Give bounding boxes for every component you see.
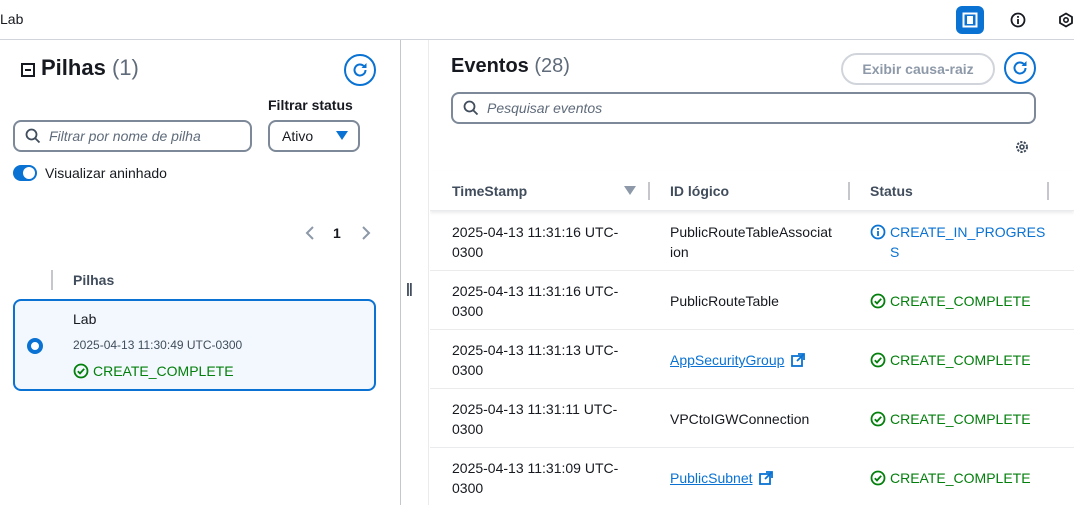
logical-id-link[interactable]: PublicSubnet (670, 470, 753, 486)
split-panel-button[interactable] (956, 6, 984, 34)
col-timestamp[interactable]: TimeStamp (452, 183, 527, 199)
prev-page-icon[interactable] (304, 226, 316, 240)
events-refresh-button[interactable] (1004, 52, 1036, 84)
success-icon (870, 293, 886, 309)
column-separator[interactable] (1047, 182, 1049, 200)
refresh-icon (353, 63, 367, 77)
stack-status: CREATE_COMPLETE (73, 363, 234, 379)
nested-view-label: Visualizar aninhado (45, 165, 167, 181)
stacks-title: Pilhas (41, 55, 106, 80)
status-filter-value: Ativo (282, 128, 314, 144)
nested-view-toggle[interactable] (13, 165, 37, 181)
success-icon (870, 411, 886, 427)
table-row[interactable]: 2025-04-13 11:31:16 UTC- 0300 PublicRoute… (430, 271, 1074, 330)
event-status: CREATE_COMPLETE (870, 409, 1070, 429)
sort-down-icon[interactable] (624, 186, 636, 196)
event-timestamp: 2025-04-13 11:31:16 UTC- 0300 (452, 283, 619, 319)
event-logical-id: PublicRouteTableAssociat ion (670, 224, 832, 260)
top-bar: Lab (0, 0, 1074, 40)
event-timestamp: 2025-04-13 11:31:16 UTC- 0300 (452, 224, 619, 260)
stacks-count: (1) (111, 55, 139, 80)
page-number[interactable]: 1 (333, 225, 341, 241)
status-filter-select[interactable]: Ativo (268, 120, 360, 152)
event-timestamp: 2025-04-13 11:31:11 UTC- 0300 (452, 401, 618, 437)
success-icon (73, 363, 89, 379)
next-page-icon[interactable] (360, 226, 372, 240)
event-timestamp: 2025-04-13 11:31:09 UTC- 0300 (452, 460, 619, 496)
success-icon (870, 352, 886, 368)
root-cause-button[interactable]: Exibir causa-raiz (841, 53, 995, 85)
info-icon (1010, 12, 1026, 28)
stacks-refresh-button[interactable] (344, 54, 376, 86)
filter-status-label: Filtrar status (268, 97, 353, 113)
info-status-icon (870, 224, 886, 240)
external-link-icon[interactable] (759, 471, 774, 485)
event-status: CREATE_COMPLETE (870, 350, 1070, 370)
col-logical-id[interactable]: ID lógico (670, 183, 729, 199)
stack-radio[interactable] (27, 338, 43, 354)
info-button[interactable] (1004, 6, 1032, 34)
event-logical-id: PublicRouteTable (670, 293, 779, 309)
events-search-placeholder: Pesquisar eventos (487, 100, 603, 116)
event-status: CREATE_COMPLETE (870, 468, 1070, 488)
stacks-panel: Pilhas (1) Filtrar status Filtrar por no… (0, 40, 400, 505)
collapse-icon[interactable] (21, 63, 35, 77)
stack-search-input[interactable]: Filtrar por nome de pilha (13, 120, 252, 152)
table-row[interactable]: 2025-04-13 11:31:16 UTC- 0300 PublicRoute… (430, 212, 1074, 271)
stack-timestamp: 2025-04-13 11:30:49 UTC-0300 (73, 338, 243, 352)
events-count: (28) (534, 55, 570, 77)
stacks-heading: Pilhas (1) (41, 55, 139, 81)
events-title: Eventos (451, 55, 529, 77)
stack-status-text: CREATE_COMPLETE (93, 363, 234, 379)
logical-id-link[interactable]: AppSecurityGroup (670, 352, 784, 368)
stacks-column-header: Pilhas (73, 272, 115, 288)
events-search-input[interactable]: Pesquisar eventos (451, 92, 1036, 124)
event-status: CREATE_IN_PROGRES S (870, 222, 1070, 262)
stack-name: Lab (73, 311, 97, 327)
panel-gutter (401, 40, 429, 505)
column-separator[interactable] (848, 182, 850, 200)
resize-handle-icon[interactable]: || (406, 280, 413, 296)
refresh-icon (1013, 61, 1027, 75)
split-panel-icon (962, 12, 978, 28)
event-logical-id: VPCtoIGWConnection (670, 411, 810, 427)
caret-down-icon (336, 131, 348, 140)
column-separator[interactable] (648, 182, 650, 200)
events-panel: Eventos (28) Exibir causa-raiz Pesquisar… (430, 40, 1074, 505)
event-timestamp: 2025-04-13 11:31:13 UTC- 0300 (452, 342, 619, 378)
table-row[interactable]: 2025-04-13 11:31:13 UTC- 0300 AppSecurity… (430, 330, 1074, 389)
events-table-header: TimeStamp ID lógico Status (430, 171, 1074, 211)
events-heading: Eventos (28) (451, 55, 570, 78)
stack-search-placeholder: Filtrar por nome de pilha (49, 128, 201, 144)
success-icon (870, 470, 886, 486)
breadcrumb[interactable]: Lab (0, 11, 23, 27)
table-row[interactable]: 2025-04-13 11:31:09 UTC- 0300 PublicSubne… (430, 448, 1074, 505)
search-icon (463, 100, 479, 116)
external-link-icon[interactable] (791, 353, 806, 367)
stack-item[interactable]: Lab 2025-04-13 11:30:49 UTC-0300 CREATE_… (13, 299, 376, 391)
event-logical-id: AppSecurityGroup (670, 350, 850, 370)
settings-button[interactable] (1052, 6, 1074, 34)
search-icon (25, 128, 41, 144)
settings-hex-icon (1059, 12, 1073, 28)
event-status: CREATE_COMPLETE (870, 291, 1070, 311)
event-logical-id: PublicSubnet (670, 468, 850, 488)
col-status[interactable]: Status (870, 183, 913, 199)
column-separator (51, 270, 53, 290)
table-row[interactable]: 2025-04-13 11:31:11 UTC- 0300 VPCtoIGWCon… (430, 389, 1074, 448)
gear-icon[interactable] (1014, 139, 1030, 155)
